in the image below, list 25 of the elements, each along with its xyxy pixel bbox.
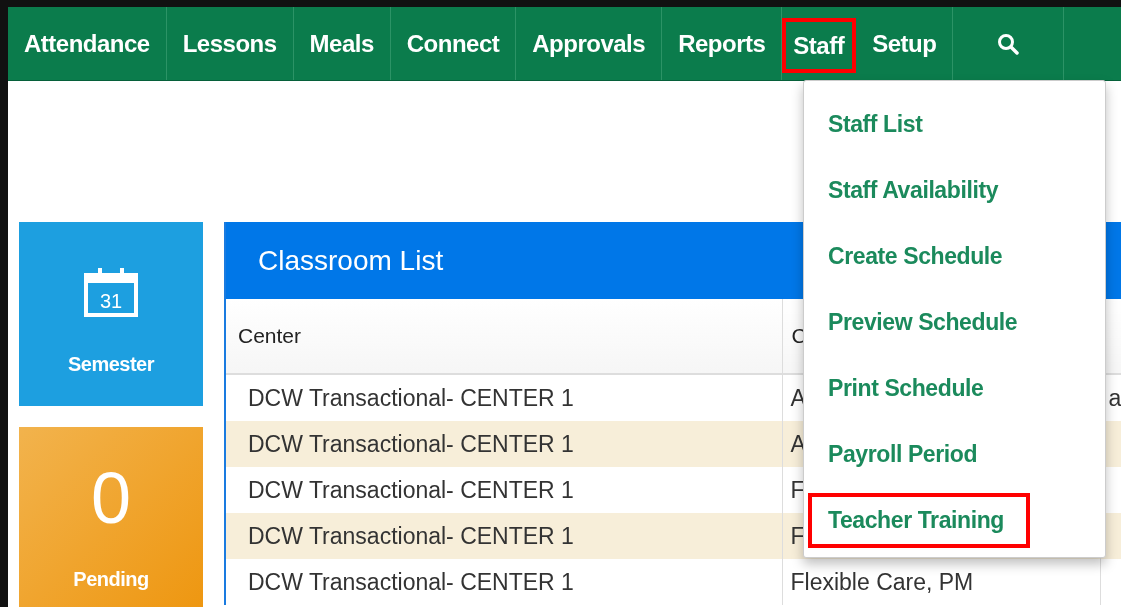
menu-item[interactable]: Payroll Period xyxy=(828,440,978,468)
nav-tab[interactable]: Lessons xyxy=(166,7,294,80)
panel-title: Classroom List xyxy=(258,244,444,277)
tile-label: Pending xyxy=(73,567,149,591)
tile-label: Semester xyxy=(67,352,155,376)
menu-item[interactable]: Staff List xyxy=(828,110,923,138)
table-cell: DCW Transactional- CENTER 1 xyxy=(226,421,782,467)
table-cell: Flexible Care, PM xyxy=(782,559,1100,605)
nav-tab[interactable]: Approvals xyxy=(516,7,663,80)
nav-tab[interactable]: Meals xyxy=(293,7,391,80)
column-header: Center xyxy=(226,299,782,374)
menu-item[interactable]: Staff Availability xyxy=(828,176,999,204)
menu-item[interactable]: Preview Schedule xyxy=(828,308,1018,336)
nav-tab[interactable]: Connect xyxy=(390,7,517,80)
nav-tab[interactable]: Attendance xyxy=(8,7,167,80)
table-cell: DCW Transactional- CENTER 1 xyxy=(226,513,782,559)
nav-tab[interactable]: Staff xyxy=(782,18,857,73)
menu-item[interactable]: Create Schedule xyxy=(828,242,1003,270)
search-icon[interactable] xyxy=(997,32,1020,55)
semester-tile[interactable]: 31 Semester xyxy=(19,222,203,406)
menu-item[interactable]: Print Schedule xyxy=(828,374,984,402)
pending-count: 0 xyxy=(90,461,131,534)
table-cell: DCW Transactional- CENTER 1 xyxy=(226,559,782,605)
menu-item[interactable]: Teacher Training xyxy=(808,492,1030,548)
nav-tab[interactable]: Reports xyxy=(662,7,783,80)
